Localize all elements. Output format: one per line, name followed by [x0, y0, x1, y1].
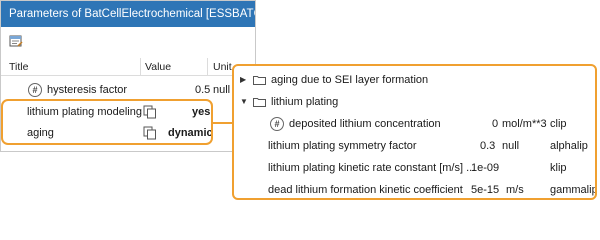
folder-icon	[253, 76, 266, 85]
param-symbol: gammalip	[550, 184, 597, 196]
param-symbol: klip	[550, 162, 567, 174]
folder-icon	[253, 98, 266, 107]
param-unit: m/s	[506, 184, 524, 196]
group-label: lithium plating	[271, 96, 339, 108]
header-title[interactable]: Title	[9, 58, 28, 76]
param-value: 1e-09	[471, 162, 500, 174]
hash-icon: #	[270, 117, 284, 131]
row-unit: null	[213, 84, 231, 96]
toolbar	[1, 28, 255, 56]
param-title: lithium plating kinetic rate constant [m…	[268, 162, 476, 174]
row-title: hysteresis factor	[47, 84, 128, 96]
panel-row[interactable]: # deposited lithium concentration 0 mol/…	[234, 113, 595, 135]
header-unit[interactable]: Unit	[213, 58, 232, 76]
hash-icon: #	[28, 83, 42, 97]
panel-row[interactable]: lithium plating symmetry factor 0.3 null…	[234, 135, 595, 157]
window-title: Parameters of BatCellElectrochemical [ES…	[1, 1, 255, 27]
header-value[interactable]: Value	[145, 58, 171, 76]
group-label: aging due to SEI layer formation	[271, 74, 429, 86]
table-header: Title Value Unit	[1, 58, 255, 76]
table-row[interactable]: # hysteresis factor 0.5 null	[1, 80, 255, 100]
expand-arrow-icon[interactable]: ▶	[240, 69, 246, 91]
panel-row[interactable]: lithium plating kinetic rate constant [m…	[234, 157, 595, 179]
param-unit: mol/m**3	[502, 118, 547, 130]
param-title: dead lithium formation kinetic coefficie…	[268, 184, 463, 196]
param-value: 5e-15	[471, 184, 500, 196]
group-row[interactable]: ▶ aging due to SEI layer formation	[234, 69, 595, 91]
panel-row[interactable]: dead lithium formation kinetic coefficie…	[234, 179, 597, 198]
param-symbol: alphalip	[550, 140, 588, 152]
highlight-selected-rows	[1, 99, 213, 145]
highlight-connector	[213, 122, 233, 124]
row-value: 0.5	[195, 84, 211, 96]
calendar-edit-icon[interactable]	[9, 34, 23, 48]
param-value: 0.3	[480, 140, 496, 152]
detail-panel: ▶ aging due to SEI layer formation ▼ lit…	[232, 64, 597, 200]
param-title: deposited lithium concentration	[289, 118, 441, 130]
param-value: 0	[492, 118, 499, 130]
param-unit: null	[502, 140, 520, 152]
collapse-arrow-icon[interactable]: ▼	[240, 91, 248, 113]
param-title: lithium plating symmetry factor	[268, 140, 417, 152]
group-row[interactable]: ▼ lithium plating	[234, 91, 595, 113]
param-symbol: clip	[550, 118, 567, 130]
